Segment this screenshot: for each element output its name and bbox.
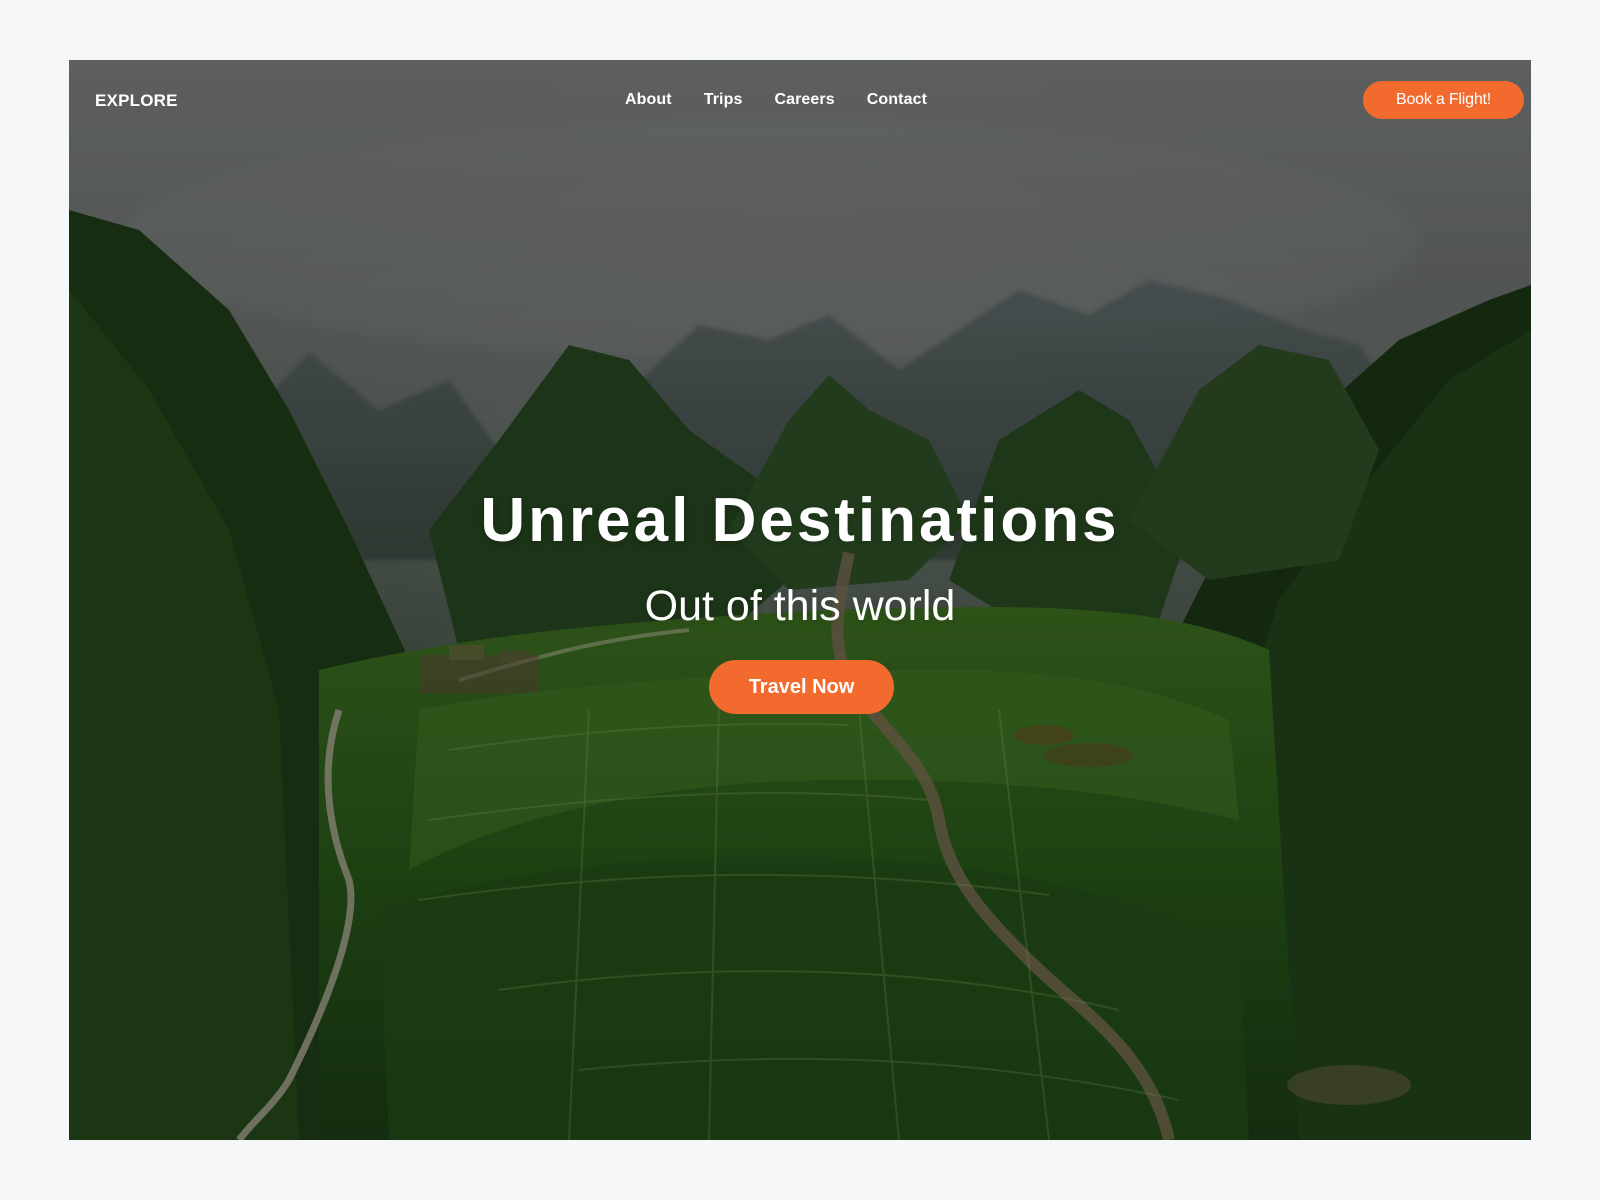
hero-subtitle: Out of this world	[644, 582, 956, 630]
hero-section: EXPLORE About Trips Careers Contact Book…	[69, 60, 1531, 1140]
hero-title: Unreal Destinations	[480, 486, 1120, 555]
travel-now-button[interactable]: Travel Now	[709, 660, 894, 714]
hero-content: Unreal Destinations Out of this world Tr…	[69, 60, 1531, 1140]
